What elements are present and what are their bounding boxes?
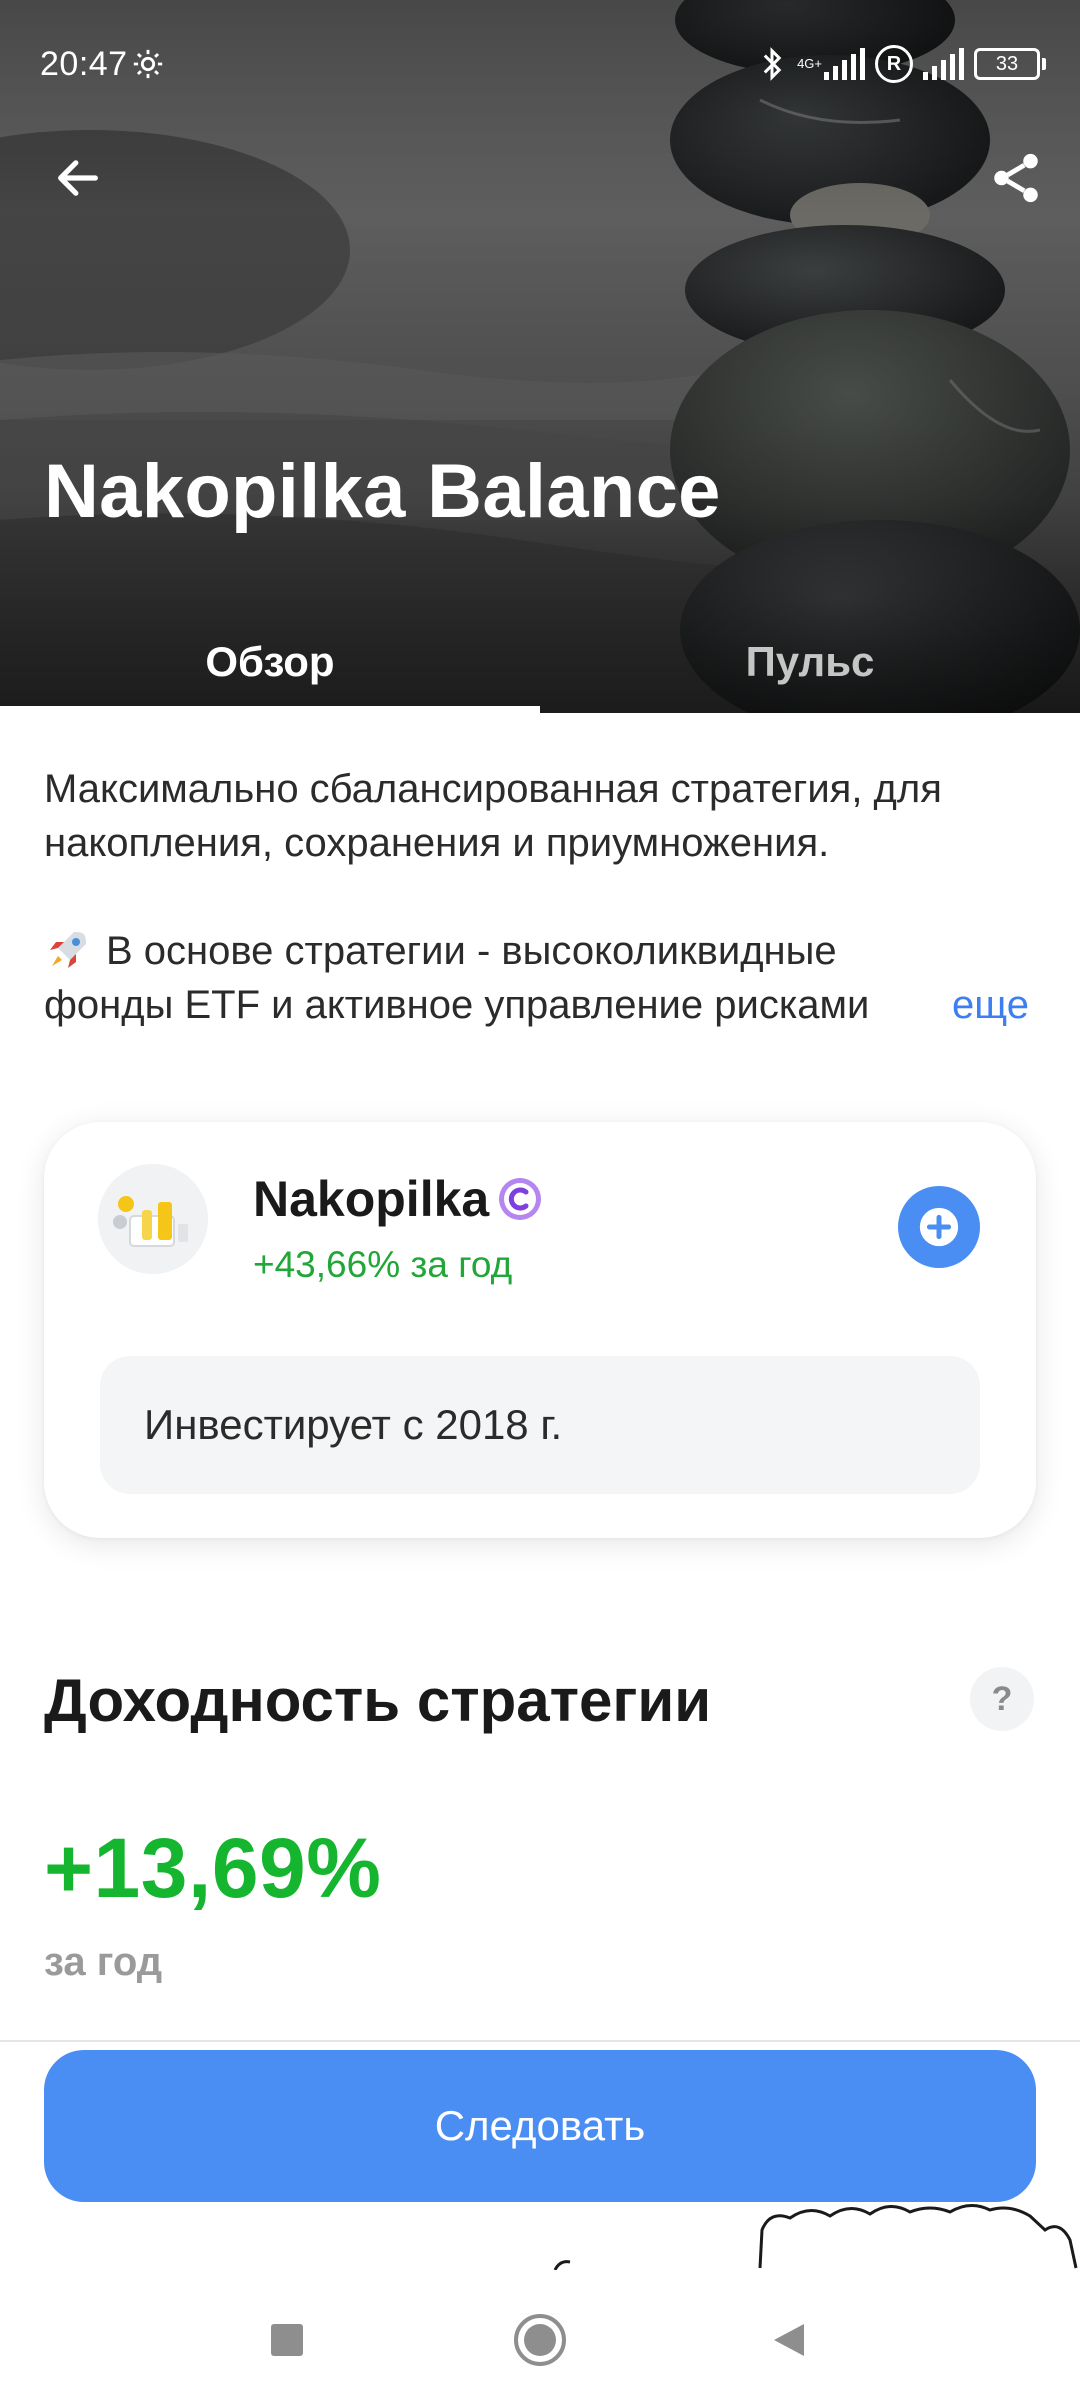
tab-overview[interactable]: Обзор xyxy=(0,610,540,713)
status-time: 20:47 xyxy=(40,45,128,83)
return-period-label: за год xyxy=(44,1940,163,1984)
settings-gear-icon xyxy=(133,49,163,79)
author-name-text: Nakopilka xyxy=(253,1171,490,1227)
home-circle-icon xyxy=(514,2314,566,2366)
roaming-icon: R xyxy=(875,45,913,83)
description-line-1: В основе стратегии - высоколиквидные xyxy=(106,929,837,973)
description-paragraph-2: В основе стратегии - высоколиквидные фон… xyxy=(44,924,1044,1032)
recents-square-icon xyxy=(271,2324,303,2356)
share-button[interactable] xyxy=(978,140,1054,216)
follow-button[interactable]: Следовать xyxy=(44,2050,1036,2202)
divider xyxy=(0,2040,1080,2042)
chart-preview-scribble xyxy=(553,2204,1078,2270)
share-icon xyxy=(994,153,1038,203)
battery-level: 33 xyxy=(995,52,1019,75)
signal-icon xyxy=(824,48,865,80)
show-more-link[interactable]: еще xyxy=(952,978,1029,1032)
author-avatar-image xyxy=(98,1164,208,1274)
help-button[interactable]: ? xyxy=(970,1667,1034,1731)
bluetooth-icon xyxy=(763,47,782,81)
tab-bar: Обзор Пульс xyxy=(0,610,1080,713)
author-card[interactable]: Nakopilka +43,66% за год Инвестирует с 2… xyxy=(44,1122,1036,1538)
back-triangle-icon xyxy=(774,2324,804,2356)
plus-circle-icon xyxy=(919,1207,959,1247)
section-title-profitability: Доходность стратегии xyxy=(44,1667,712,1734)
add-author-button[interactable] xyxy=(898,1186,980,1268)
author-annual-return: +43,66% за год xyxy=(253,1244,513,1285)
strategy-return-value: +13,69% xyxy=(44,1821,382,1915)
system-nav-bar xyxy=(0,2270,1080,2400)
strategy-description: Максимально сбалансированная стратегия, … xyxy=(44,762,1044,1032)
battery-icon: 33 xyxy=(974,48,1046,80)
description-line-2: фонды ETF и активное управление рисками xyxy=(44,983,870,1027)
status-bar: 20:47 4G+ R 33 xyxy=(0,0,1080,130)
verified-badge-icon xyxy=(499,1178,542,1220)
description-paragraph-1: Максимально сбалансированная стратегия, … xyxy=(44,767,942,865)
author-name: Nakopilka xyxy=(253,1170,543,1228)
recents-button[interactable] xyxy=(247,2300,327,2380)
network-type-label: 4G+ xyxy=(797,56,822,71)
avatar xyxy=(98,1164,208,1274)
investing-since-text: Инвестирует с 2018 г. xyxy=(144,1401,563,1448)
investing-since-box: Инвестирует с 2018 г. xyxy=(100,1356,980,1494)
arrow-left-icon xyxy=(58,160,98,196)
hero-header: 20:47 4G+ R 33 Nakopilka Balance Обзор П… xyxy=(0,0,1080,713)
tab-pulse[interactable]: Пульс xyxy=(540,610,1080,713)
help-icon: ? xyxy=(991,1679,1013,1718)
status-icons: 4G+ R 33 xyxy=(757,44,1046,84)
home-button[interactable] xyxy=(500,2300,580,2380)
system-back-button[interactable] xyxy=(748,2300,828,2380)
signal-icon-2 xyxy=(923,48,964,80)
page-title: Nakopilka Balance xyxy=(44,449,721,534)
back-button[interactable] xyxy=(40,140,116,216)
follow-button-label: Следовать xyxy=(434,2102,646,2149)
rocket-icon xyxy=(50,932,86,968)
